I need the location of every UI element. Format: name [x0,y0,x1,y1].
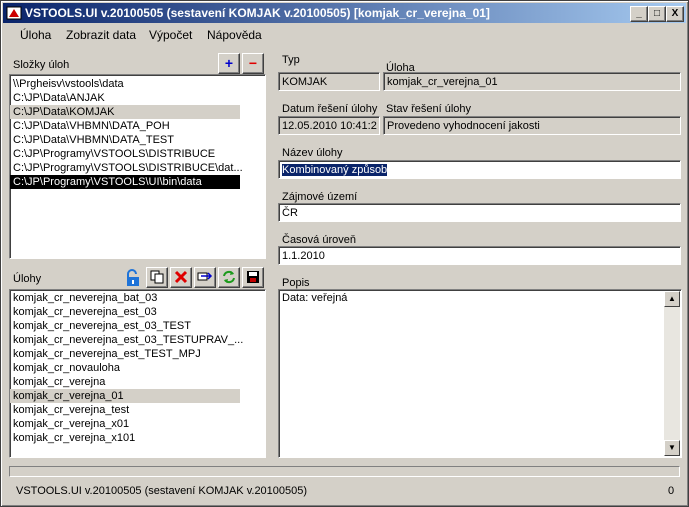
copy-task-button[interactable] [146,267,168,288]
menu-zobrazit-data[interactable]: Zobrazit data [66,28,136,42]
delete-task-button[interactable] [170,267,192,288]
typ-label: Typ [282,54,300,66]
zajmove-input[interactable]: ČR [278,203,681,222]
refresh-task-button[interactable] [218,267,240,288]
folder-item[interactable]: C:\JP\Data\VHBMN\DATA_POH [10,119,265,133]
minimize-button[interactable]: _ [630,6,648,22]
menu-uloha[interactable]: Úloha [20,28,51,42]
save-task-button[interactable] [242,267,264,288]
folder-item[interactable]: C:\JP\Data\KOMJAK [10,105,240,119]
task-item[interactable]: komjak_cr_neverejna_bat_03 [10,291,265,305]
stav-field: Provedeno vyhodnocení jakosti [383,116,681,135]
task-item[interactable]: komjak_cr_neverejna_est_03_TESTUPRAV_... [10,333,265,347]
datum-label: Datum řešení úlohy [282,103,378,115]
add-folder-button[interactable]: + [218,53,240,74]
rename-icon [197,272,213,281]
maximize-button[interactable]: □ [648,6,666,22]
status-text: VSTOOLS.UI v.20100505 (sestavení KOMJAK … [16,485,308,497]
rename-task-button[interactable] [194,267,216,288]
stav-label: Stav řešení úlohy [386,103,471,115]
window-title: VSTOOLS.UI v.20100505 (sestavení KOMJAK … [25,6,490,20]
folder-item[interactable]: C:\JP\Data\VHBMN\DATA_TEST [10,133,265,147]
task-item[interactable]: komjak_cr_verejna_test [10,403,265,417]
remove-folder-button[interactable]: − [242,53,264,74]
task-item[interactable]: komjak_cr_neverejna_est_03 [10,305,265,319]
menu-vypocet[interactable]: Výpočet [149,28,192,42]
task-item[interactable]: komjak_cr_verejna_x01 [10,417,265,431]
delete-icon [174,270,188,284]
tasks-label: Úlohy [13,273,42,285]
nazev-label: Název úlohy [282,147,343,159]
tasks-list[interactable]: komjak_cr_neverejna_bat_03 komjak_cr_nev… [9,289,266,458]
menu-napoveda[interactable]: Nápověda [207,28,262,42]
popis-text: Data: veřejná [282,292,348,304]
progress-bar [9,466,680,477]
typ-field: KOMJAK [278,72,380,91]
task-item[interactable]: komjak_cr_verejna_x101 [10,431,265,445]
app-icon [6,6,22,20]
task-item-selected[interactable]: komjak_cr_verejna_01 [10,389,240,403]
folder-item-selected[interactable]: C:\JP\Programy\VSTOOLS\UI\bin\data [10,175,240,189]
scroll-down-button[interactable]: ▼ [664,440,680,456]
datum-field: 12.05.2010 10:41:2 [278,116,380,135]
folders-label: Složky úloh [13,59,70,71]
casova-input[interactable]: 1.1.2010 [278,246,681,265]
folder-item[interactable]: \\Prgheisv\vstools\data [10,77,265,91]
popis-label: Popis [282,277,310,289]
folders-list[interactable]: \\Prgheisv\vstools\data C:\JP\Data\ANJAK… [9,74,266,259]
task-item[interactable]: komjak_cr_neverejna_est_03_TEST [10,319,265,333]
folder-item[interactable]: C:\JP\Programy\VSTOOLS\DISTRIBUCE [10,147,265,161]
task-item[interactable]: komjak_cr_verejna [10,375,265,389]
title-bar[interactable]: VSTOOLS.UI v.20100505 (sestavení KOMJAK … [3,3,686,23]
scroll-up-button[interactable]: ▲ [664,291,680,307]
refresh-icon [223,270,235,284]
popis-textarea[interactable]: Data: veřejná ▲ ▼ [278,289,682,458]
uloha-field: komjak_cr_verejna_01 [383,72,681,91]
menu-bar: Úloha Zobrazit data Výpočet Nápověda [3,24,686,46]
nazev-selected-text: Kombinovaný způsob [282,164,388,176]
task-item[interactable]: komjak_cr_novauloha [10,361,265,375]
casova-label: Časová úroveň [282,234,356,246]
zajmove-label: Zájmové území [282,191,358,203]
folder-item[interactable]: C:\JP\Programy\VSTOOLS\DISTRIBUCE\dat... [10,161,265,175]
folder-item[interactable]: C:\JP\Data\ANJAK [10,91,265,105]
popis-scrollbar[interactable]: ▲ ▼ [664,291,680,456]
copy-icon [150,270,164,284]
status-count: 0 [668,485,675,497]
unlock-icon[interactable] [125,269,141,287]
task-item[interactable]: komjak_cr_neverejna_est_TEST_MPJ [10,347,265,361]
close-button[interactable]: X [666,6,684,22]
nazev-input[interactable]: Kombinovaný způsob [278,160,681,179]
main-window: VSTOOLS.UI v.20100505 (sestavení KOMJAK … [0,0,689,507]
save-icon [247,271,259,283]
